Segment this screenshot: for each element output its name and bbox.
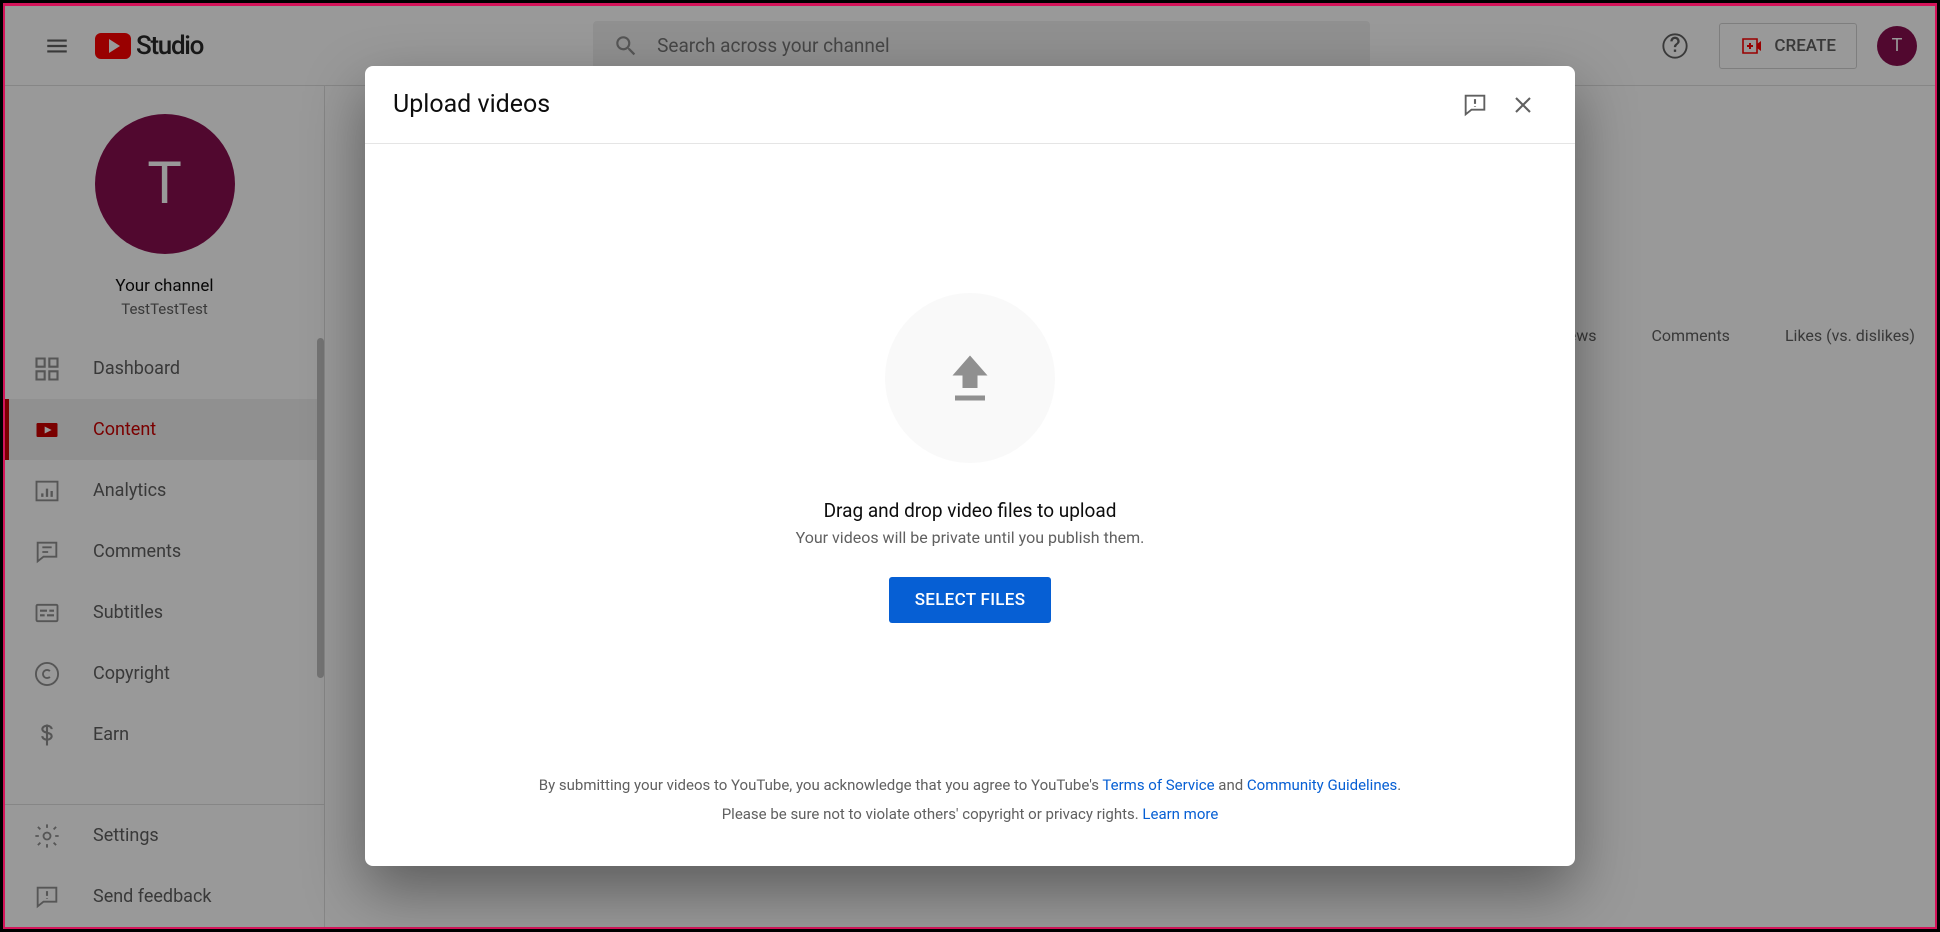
close-button[interactable] [1499,81,1547,129]
tos-link[interactable]: Terms of Service [1102,776,1214,794]
close-icon [1509,91,1537,119]
drop-subtitle: Your videos will be private until you pu… [796,528,1145,547]
guidelines-link[interactable]: Community Guidelines [1247,776,1397,794]
upload-dialog: Upload videos Drag and drop video files … [365,66,1575,866]
upload-icon [940,348,1000,408]
drop-title: Drag and drop video files to upload [824,499,1117,522]
learn-more-link[interactable]: Learn more [1142,805,1218,823]
dialog-footer: By submitting your videos to YouTube, yo… [365,771,1575,866]
dialog-title: Upload videos [393,90,1451,119]
dialog-header: Upload videos [365,66,1575,144]
upload-dropzone[interactable] [885,293,1055,463]
select-files-button[interactable]: SELECT FILES [889,577,1052,623]
feedback-icon [1461,91,1489,119]
feedback-button[interactable] [1451,81,1499,129]
dialog-body: Drag and drop video files to upload Your… [365,144,1575,771]
